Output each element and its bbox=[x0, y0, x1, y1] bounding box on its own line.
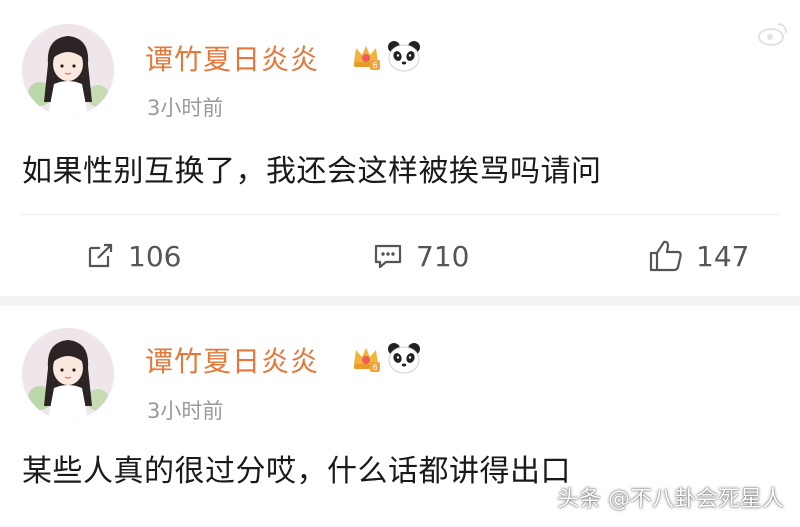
weibo-logo-icon bbox=[758, 23, 787, 46]
thumbs-up-icon bbox=[649, 240, 682, 272]
repost-count: 106 bbox=[128, 239, 182, 273]
repost-icon bbox=[88, 243, 113, 268]
avatar[interactable] bbox=[22, 24, 114, 116]
crown-badge-icon: 6 bbox=[354, 348, 380, 372]
toutiao-watermark: 头条 @不八卦会死星人 bbox=[557, 487, 784, 512]
weibo-feed: 谭竹夏日炎炎 6 3小时前 如果性别互换了，我还会这样被挨骂吗请问 106 71… bbox=[0, 0, 800, 527]
section-separator bbox=[0, 296, 800, 306]
post-content: 如果性别互换了，我还会这样被挨骂吗请问 bbox=[22, 154, 602, 189]
weibo-watermark bbox=[758, 22, 788, 46]
panda-icon bbox=[388, 41, 420, 72]
like-button[interactable]: 147 bbox=[648, 236, 749, 276]
divider bbox=[22, 214, 778, 215]
svg-text:6: 6 bbox=[372, 61, 377, 70]
like-count: 147 bbox=[696, 239, 750, 273]
avatar-image bbox=[22, 24, 114, 116]
repost-button[interactable]: 106 bbox=[84, 236, 181, 276]
post-time: 3小时前 bbox=[147, 96, 224, 120]
comment-count: 710 bbox=[416, 239, 470, 273]
username[interactable]: 谭竹夏日炎炎 bbox=[145, 38, 319, 78]
crown-badge-icon: 6 bbox=[354, 46, 380, 70]
avatar[interactable] bbox=[22, 328, 114, 420]
comment-icon bbox=[374, 244, 402, 269]
panda-icon bbox=[388, 343, 420, 374]
post-time: 3小时前 bbox=[147, 399, 224, 423]
post-content: 某些人真的很过分哎，什么话都讲得出口 bbox=[22, 454, 571, 489]
weibo-post: 谭竹夏日炎炎 6 3小时前 如果性别互换了，我还会这样被挨骂吗请问 106 71… bbox=[0, 0, 800, 296]
comment-button[interactable]: 710 bbox=[372, 236, 469, 276]
username[interactable]: 谭竹夏日炎炎 bbox=[145, 340, 319, 380]
avatar-image bbox=[22, 328, 114, 420]
svg-text:6: 6 bbox=[372, 363, 377, 372]
